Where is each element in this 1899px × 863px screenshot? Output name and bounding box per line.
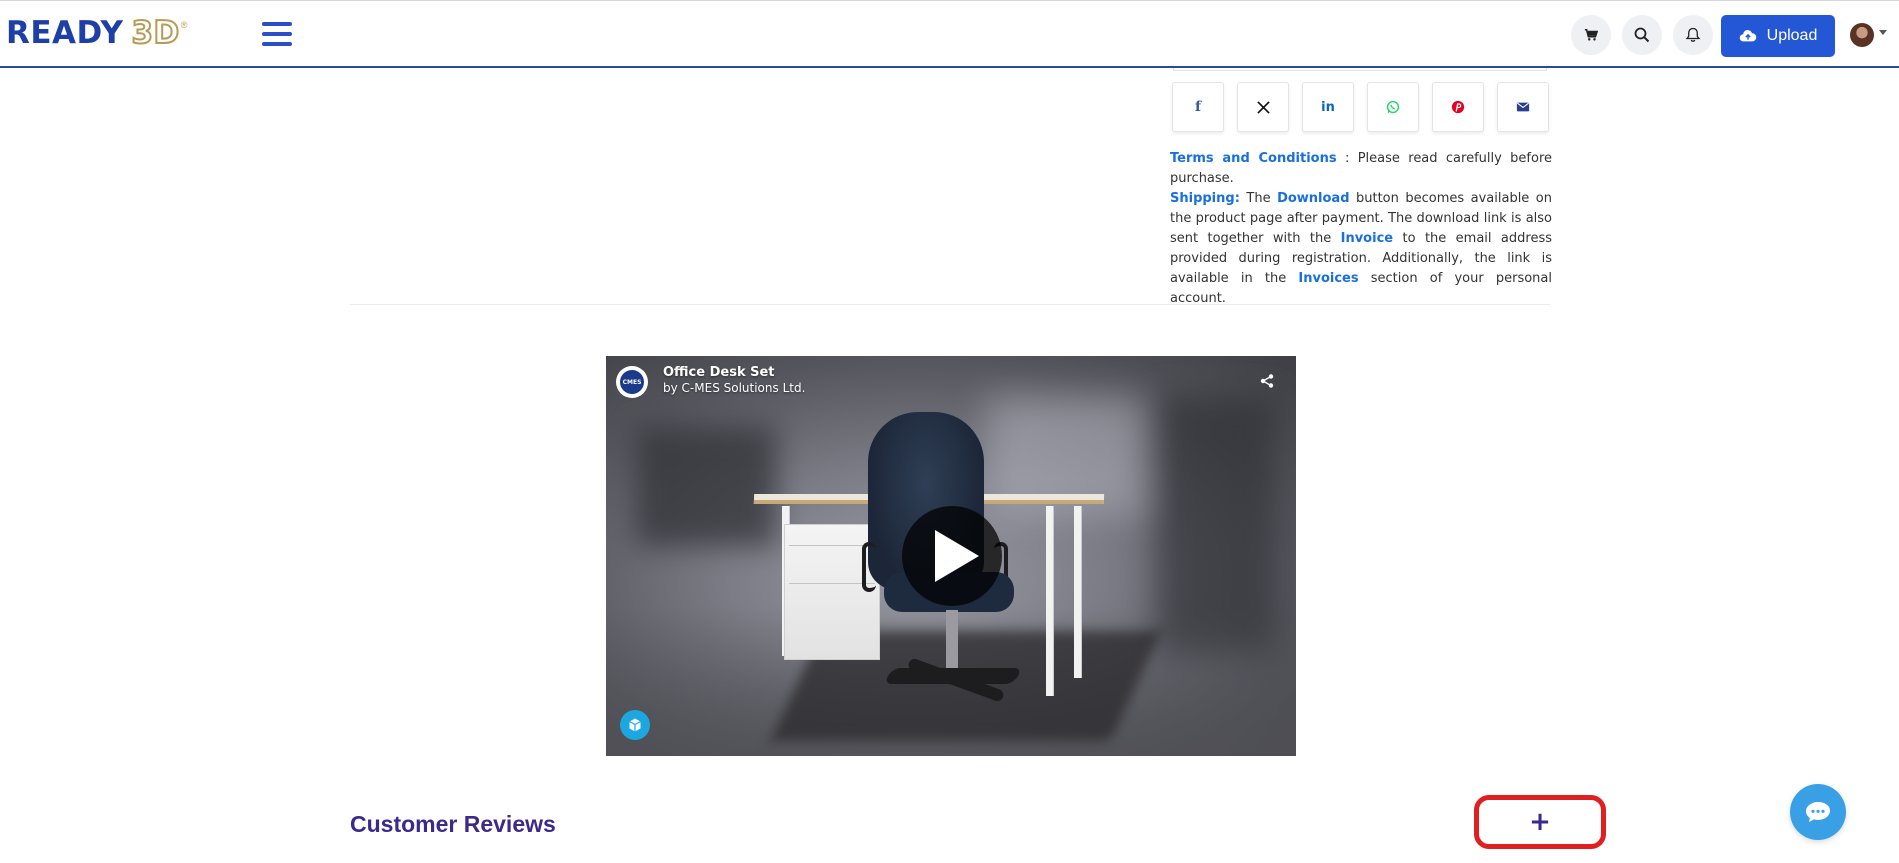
- invoice-link[interactable]: Invoice: [1341, 231, 1393, 246]
- whatsapp-icon: [1386, 100, 1400, 114]
- section-divider: [350, 304, 1550, 305]
- notifications-button[interactable]: [1673, 15, 1713, 55]
- top-navbar: READY 3D ® Upload: [0, 0, 1899, 68]
- logo-text-ready: READY: [6, 14, 124, 51]
- chevron-down-icon[interactable]: [1879, 30, 1887, 35]
- hamburger-menu-icon[interactable]: [262, 22, 292, 46]
- share-icon[interactable]: [1259, 373, 1275, 389]
- linkedin-icon: in: [1321, 99, 1335, 115]
- model-author[interactable]: C-MES Solutions Ltd.: [682, 381, 806, 395]
- cart-icon: [1584, 28, 1598, 41]
- model-title[interactable]: Office Desk Set: [663, 365, 775, 380]
- publisher-logo-text: CMES: [620, 370, 644, 394]
- chat-bubble-icon: [1806, 802, 1830, 822]
- terms-link[interactable]: Terms and Conditions: [1170, 151, 1337, 166]
- search-button[interactable]: [1622, 15, 1662, 55]
- logo-text-3d: 3D: [130, 14, 180, 51]
- bell-icon: [1685, 27, 1701, 42]
- search-icon: [1634, 27, 1650, 43]
- shipping-label: Shipping:: [1170, 191, 1240, 206]
- terms-and-shipping-text: Terms and Conditions : Please read caref…: [1170, 149, 1552, 309]
- user-avatar[interactable]: [1850, 23, 1874, 47]
- share-linkedin-button[interactable]: in: [1302, 82, 1354, 132]
- share-whatsapp-button[interactable]: [1367, 82, 1419, 132]
- share-x-button[interactable]: [1237, 82, 1289, 132]
- plus-icon: +: [1529, 807, 1551, 837]
- x-twitter-icon: [1256, 100, 1270, 114]
- cloud-upload-icon: [1739, 30, 1756, 42]
- logo-registered-mark: ®: [180, 20, 188, 30]
- envelope-icon: [1516, 102, 1530, 112]
- ready3d-logo[interactable]: READY 3D ®: [6, 16, 187, 50]
- download-link[interactable]: Download: [1277, 191, 1349, 206]
- cart-button[interactable]: [1571, 15, 1611, 55]
- play-button[interactable]: [902, 506, 1002, 606]
- customer-reviews-heading: Customer Reviews: [350, 811, 556, 837]
- upload-label: Upload: [1766, 27, 1818, 44]
- share-panel-border: [1173, 68, 1547, 71]
- share-email-button[interactable]: [1497, 82, 1549, 132]
- share-pinterest-button[interactable]: [1432, 82, 1484, 132]
- upload-button[interactable]: Upload: [1721, 15, 1835, 57]
- shipping-text-1: The: [1239, 191, 1278, 206]
- chat-button[interactable]: [1790, 784, 1846, 840]
- publisher-avatar[interactable]: CMES: [616, 366, 648, 398]
- facebook-icon: f: [1194, 99, 1202, 115]
- model-viewer-embed[interactable]: CMES Office Desk Set by C-MES Solutions …: [606, 356, 1296, 756]
- cube-icon: [629, 718, 641, 732]
- play-icon: [935, 530, 979, 582]
- by-prefix: by: [663, 381, 682, 395]
- share-facebook-button[interactable]: f: [1172, 82, 1224, 132]
- add-review-button[interactable]: +: [1474, 795, 1606, 849]
- sketchfab-logo-button[interactable]: [620, 710, 650, 740]
- model-author-line: by C-MES Solutions Ltd.: [663, 381, 805, 395]
- invoices-link[interactable]: Invoices: [1298, 271, 1358, 286]
- pinterest-icon: [1451, 100, 1465, 114]
